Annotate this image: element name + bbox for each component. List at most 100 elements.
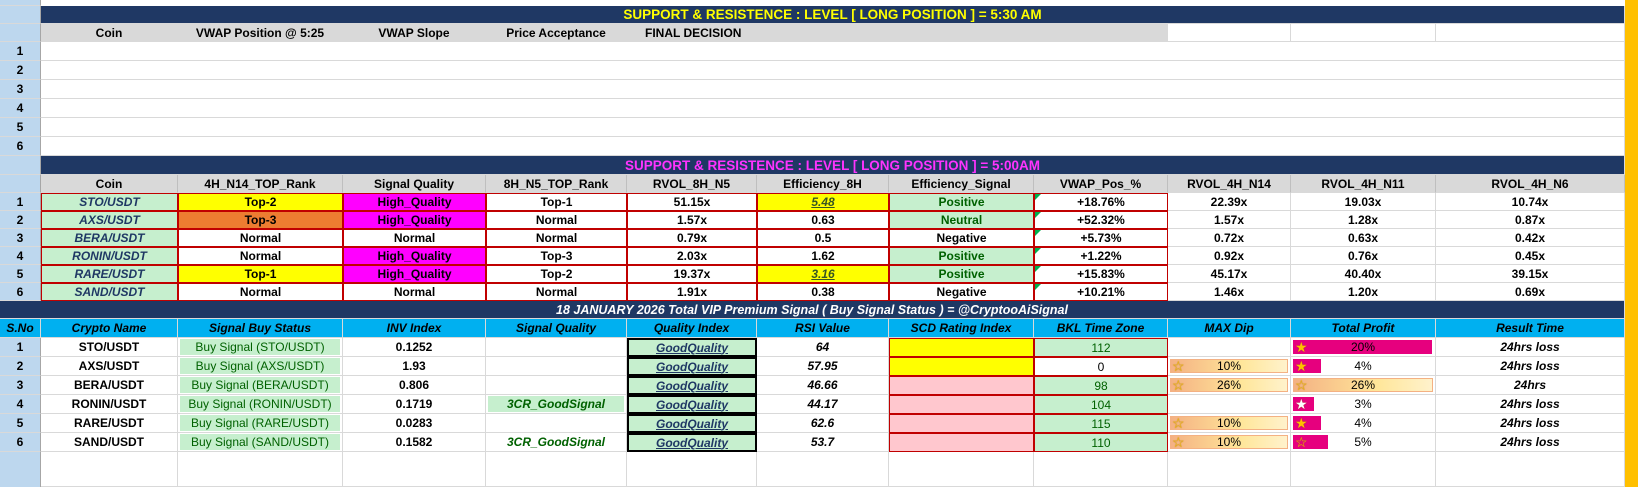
efficiency-cell[interactable]: 5.48 xyxy=(757,193,889,211)
total-profit-cell[interactable]: ★ 3% xyxy=(1291,395,1436,414)
signal-quality-cell[interactable] xyxy=(486,414,627,433)
empty-cell[interactable] xyxy=(1034,452,1168,487)
efficiency-signal-cell[interactable]: Negative xyxy=(889,283,1034,301)
rvol-8h-cell[interactable]: 1.91x xyxy=(627,283,757,301)
signal-buy-status-cell[interactable]: Buy Signal (SAND/USDT) xyxy=(178,433,343,452)
crypto-name-cell[interactable]: STO/USDT xyxy=(41,338,178,357)
row-number[interactable] xyxy=(0,452,41,487)
rvol-4h-n11-cell[interactable]: 19.03x xyxy=(1291,193,1436,211)
rvol-8h-cell[interactable]: 1.57x xyxy=(627,211,757,229)
row-number[interactable]: 3 xyxy=(0,80,41,99)
signal-quality-cell[interactable]: High_Quality xyxy=(343,193,486,211)
crypto-name-cell[interactable]: AXS/USDT xyxy=(41,357,178,376)
header-cell[interactable]: S.No xyxy=(0,319,41,338)
vwap-pos-cell[interactable]: +5.73% xyxy=(1034,229,1168,247)
header-cell[interactable]: MAX Dip xyxy=(1168,319,1291,338)
rank-8h-cell[interactable]: Normal xyxy=(486,229,627,247)
max-dip-cell[interactable]: ☆ 10% xyxy=(1168,433,1291,452)
rvol-8h-cell[interactable]: 0.79x xyxy=(627,229,757,247)
rsi-value-cell[interactable]: 44.17 xyxy=(757,395,889,414)
signal-buy-status-cell[interactable]: Buy Signal (BERA/USDT) xyxy=(178,376,343,395)
header-blank[interactable] xyxy=(1436,24,1625,42)
header-cell[interactable]: Quality Index xyxy=(627,319,757,338)
signal-quality-cell[interactable]: 3CR_GoodSignal xyxy=(486,395,627,414)
rvol-4h-n6-cell[interactable]: 10.74x xyxy=(1436,193,1625,211)
row-number[interactable]: 2 xyxy=(0,211,41,229)
bkl-time-zone-cell[interactable]: 104 xyxy=(1034,395,1168,414)
efficiency-signal-cell[interactable]: Positive xyxy=(889,265,1034,283)
header-cell[interactable]: SCD Rating Index xyxy=(889,319,1034,338)
row-number[interactable]: 1 xyxy=(0,42,41,61)
result-time-cell[interactable]: 24hrs loss xyxy=(1436,433,1625,452)
header-cell[interactable]: Total Profit xyxy=(1291,319,1436,338)
empty-row[interactable] xyxy=(41,42,1625,61)
empty-cell[interactable] xyxy=(757,452,889,487)
empty-cell[interactable] xyxy=(486,452,627,487)
coin-cell[interactable]: AXS/USDT xyxy=(41,211,178,229)
quality-index-cell[interactable]: GoodQuality xyxy=(627,338,757,357)
max-dip-cell[interactable]: ☆ 26% xyxy=(1168,376,1291,395)
header-vwap-position[interactable]: VWAP Position @ 5:25 xyxy=(178,24,343,42)
inv-index-cell[interactable]: 0.0283 xyxy=(343,414,486,433)
empty-cell[interactable] xyxy=(343,452,486,487)
rvol-8h-cell[interactable]: 19.37x xyxy=(627,265,757,283)
rvol-4h-n11-cell[interactable]: 1.20x xyxy=(1291,283,1436,301)
header-cell[interactable]: RVOL_8H_N5 xyxy=(627,175,757,193)
empty-row[interactable] xyxy=(41,61,1625,80)
scd-rating-cell[interactable] xyxy=(889,395,1034,414)
rsi-value-cell[interactable]: 46.66 xyxy=(757,376,889,395)
row-number[interactable]: 4 xyxy=(0,99,41,118)
coin-cell[interactable]: RARE/USDT xyxy=(41,265,178,283)
header-cell[interactable]: Signal Quality xyxy=(343,175,486,193)
empty-row[interactable] xyxy=(41,99,1625,118)
rvol-4h-n11-cell[interactable]: 1.28x xyxy=(1291,211,1436,229)
inv-index-cell[interactable]: 0.806 xyxy=(343,376,486,395)
signal-quality-cell[interactable]: High_Quality xyxy=(343,247,486,265)
empty-cell[interactable] xyxy=(41,452,178,487)
empty-cell[interactable] xyxy=(1291,452,1436,487)
rank-8h-cell[interactable]: Normal xyxy=(486,283,627,301)
header-cell[interactable]: Efficiency_8H xyxy=(757,175,889,193)
rvol-4h-n14-cell[interactable]: 1.57x xyxy=(1168,211,1291,229)
rvol-4h-n11-cell[interactable]: 0.63x xyxy=(1291,229,1436,247)
rank-4h-cell[interactable]: Normal xyxy=(178,229,343,247)
rsi-value-cell[interactable]: 53.7 xyxy=(757,433,889,452)
scd-rating-cell[interactable] xyxy=(889,414,1034,433)
header-cell[interactable]: Signal Buy Status xyxy=(178,319,343,338)
inv-index-cell[interactable]: 0.1582 xyxy=(343,433,486,452)
max-dip-cell[interactable]: ☆ 10% xyxy=(1168,414,1291,433)
header-cell[interactable]: RVOL_4H_N6 xyxy=(1436,175,1625,193)
quality-index-cell[interactable]: GoodQuality xyxy=(627,376,757,395)
bkl-time-zone-cell[interactable]: 115 xyxy=(1034,414,1168,433)
scd-rating-cell[interactable] xyxy=(889,376,1034,395)
result-time-cell[interactable]: 24hrs loss xyxy=(1436,338,1625,357)
header-cell[interactable]: Coin xyxy=(41,175,178,193)
row-number[interactable]: 6 xyxy=(0,137,41,156)
bkl-time-zone-cell[interactable]: 98 xyxy=(1034,376,1168,395)
rvol-4h-n6-cell[interactable]: 0.87x xyxy=(1436,211,1625,229)
result-time-cell[interactable]: 24hrs loss xyxy=(1436,357,1625,376)
quality-index-cell[interactable]: GoodQuality xyxy=(627,357,757,376)
header-final-decision[interactable]: FINAL DECISION xyxy=(627,24,757,42)
max-dip-cell[interactable]: ☆ 10% xyxy=(1168,357,1291,376)
signal-buy-status-cell[interactable]: Buy Signal (RARE/USDT) xyxy=(178,414,343,433)
signal-buy-status-cell[interactable]: Buy Signal (AXS/USDT) xyxy=(178,357,343,376)
bkl-time-zone-cell[interactable]: 110 xyxy=(1034,433,1168,452)
scd-rating-cell[interactable] xyxy=(889,338,1034,357)
row-number[interactable]: 1 xyxy=(0,193,41,211)
total-profit-cell[interactable]: ★ 20% xyxy=(1291,338,1436,357)
rank-8h-cell[interactable]: Top-2 xyxy=(486,265,627,283)
empty-cell[interactable] xyxy=(627,452,757,487)
signal-buy-status-cell[interactable]: Buy Signal (STO/USDT) xyxy=(178,338,343,357)
efficiency-cell[interactable]: 0.63 xyxy=(757,211,889,229)
row-number[interactable]: 3 xyxy=(0,376,41,395)
result-time-cell[interactable]: 24hrs loss xyxy=(1436,395,1625,414)
header-cell[interactable]: RSI Value xyxy=(757,319,889,338)
coin-cell[interactable]: RONIN/USDT xyxy=(41,247,178,265)
header-vwap-slope[interactable]: VWAP Slope xyxy=(343,24,486,42)
rvol-4h-n6-cell[interactable]: 39.15x xyxy=(1436,265,1625,283)
header-price-acceptance[interactable]: Price Acceptance xyxy=(486,24,627,42)
quality-index-cell[interactable]: GoodQuality xyxy=(627,433,757,452)
row-number[interactable]: 2 xyxy=(0,61,41,80)
rvol-4h-n14-cell[interactable]: 0.92x xyxy=(1168,247,1291,265)
